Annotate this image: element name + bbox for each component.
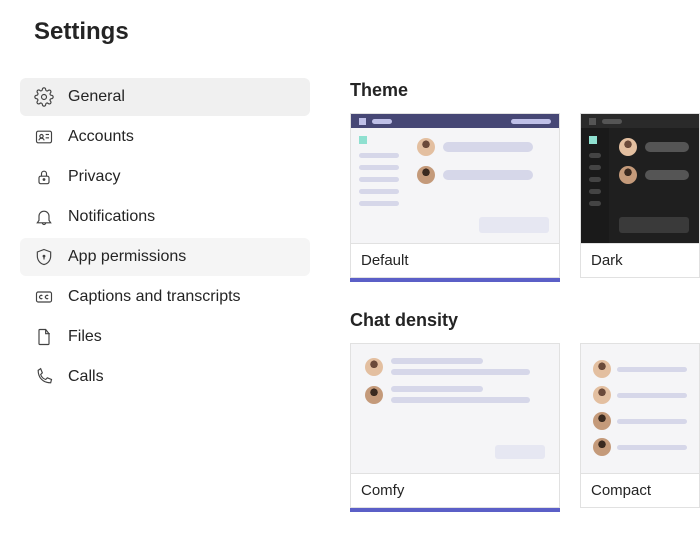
phone-icon [34, 367, 54, 387]
sidebar-item-label: General [68, 88, 125, 106]
lock-icon [34, 167, 54, 187]
theme-option-default[interactable]: Default [350, 113, 560, 282]
file-icon [34, 327, 54, 347]
shield-icon [34, 247, 54, 267]
sidebar-item-calls[interactable]: Calls [20, 358, 310, 396]
section-title-theme: Theme [350, 80, 700, 101]
theme-preview-dark [580, 113, 700, 243]
sidebar-item-accounts[interactable]: Accounts [20, 118, 310, 156]
settings-sidebar: General Accounts Privacy Notifications A [20, 78, 310, 540]
sidebar-item-label: Captions and transcripts [68, 288, 241, 306]
cc-icon [34, 287, 54, 307]
sidebar-item-files[interactable]: Files [20, 318, 310, 356]
theme-option-label: Dark [580, 243, 700, 278]
chat-density-option-label: Comfy [350, 473, 560, 508]
settings-layout: General Accounts Privacy Notifications A [0, 78, 700, 540]
section-title-chat-density: Chat density [350, 310, 700, 331]
id-card-icon [34, 127, 54, 147]
sidebar-item-captions[interactable]: Captions and transcripts [20, 278, 310, 316]
chat-density-option-label: Compact [580, 473, 700, 508]
bell-icon [34, 207, 54, 227]
sidebar-item-app-permissions[interactable]: App permissions [20, 238, 310, 276]
selection-indicator [580, 278, 700, 282]
sidebar-item-privacy[interactable]: Privacy [20, 158, 310, 196]
selection-indicator [350, 278, 560, 282]
sidebar-item-label: Files [68, 328, 102, 346]
sidebar-item-general[interactable]: General [20, 78, 310, 116]
sidebar-item-label: Privacy [68, 168, 120, 186]
chat-density-preview-compact [580, 343, 700, 473]
settings-main: Theme [350, 78, 700, 540]
chat-density-options: Comfy Compact [350, 343, 700, 512]
theme-option-dark[interactable]: Dark [580, 113, 700, 282]
sidebar-item-label: Notifications [68, 208, 155, 226]
chat-density-option-comfy[interactable]: Comfy [350, 343, 560, 512]
sidebar-item-label: App permissions [68, 248, 186, 266]
sidebar-item-notifications[interactable]: Notifications [20, 198, 310, 236]
sidebar-item-label: Accounts [68, 128, 134, 146]
chat-density-preview-comfy [350, 343, 560, 473]
selection-indicator [580, 508, 700, 512]
theme-preview-default [350, 113, 560, 243]
theme-option-label: Default [350, 243, 560, 278]
chat-density-option-compact[interactable]: Compact [580, 343, 700, 512]
selection-indicator [350, 508, 560, 512]
sidebar-item-label: Calls [68, 368, 104, 386]
page-title: Settings [0, 18, 700, 46]
gear-icon [34, 87, 54, 107]
theme-options: Default [350, 113, 700, 282]
